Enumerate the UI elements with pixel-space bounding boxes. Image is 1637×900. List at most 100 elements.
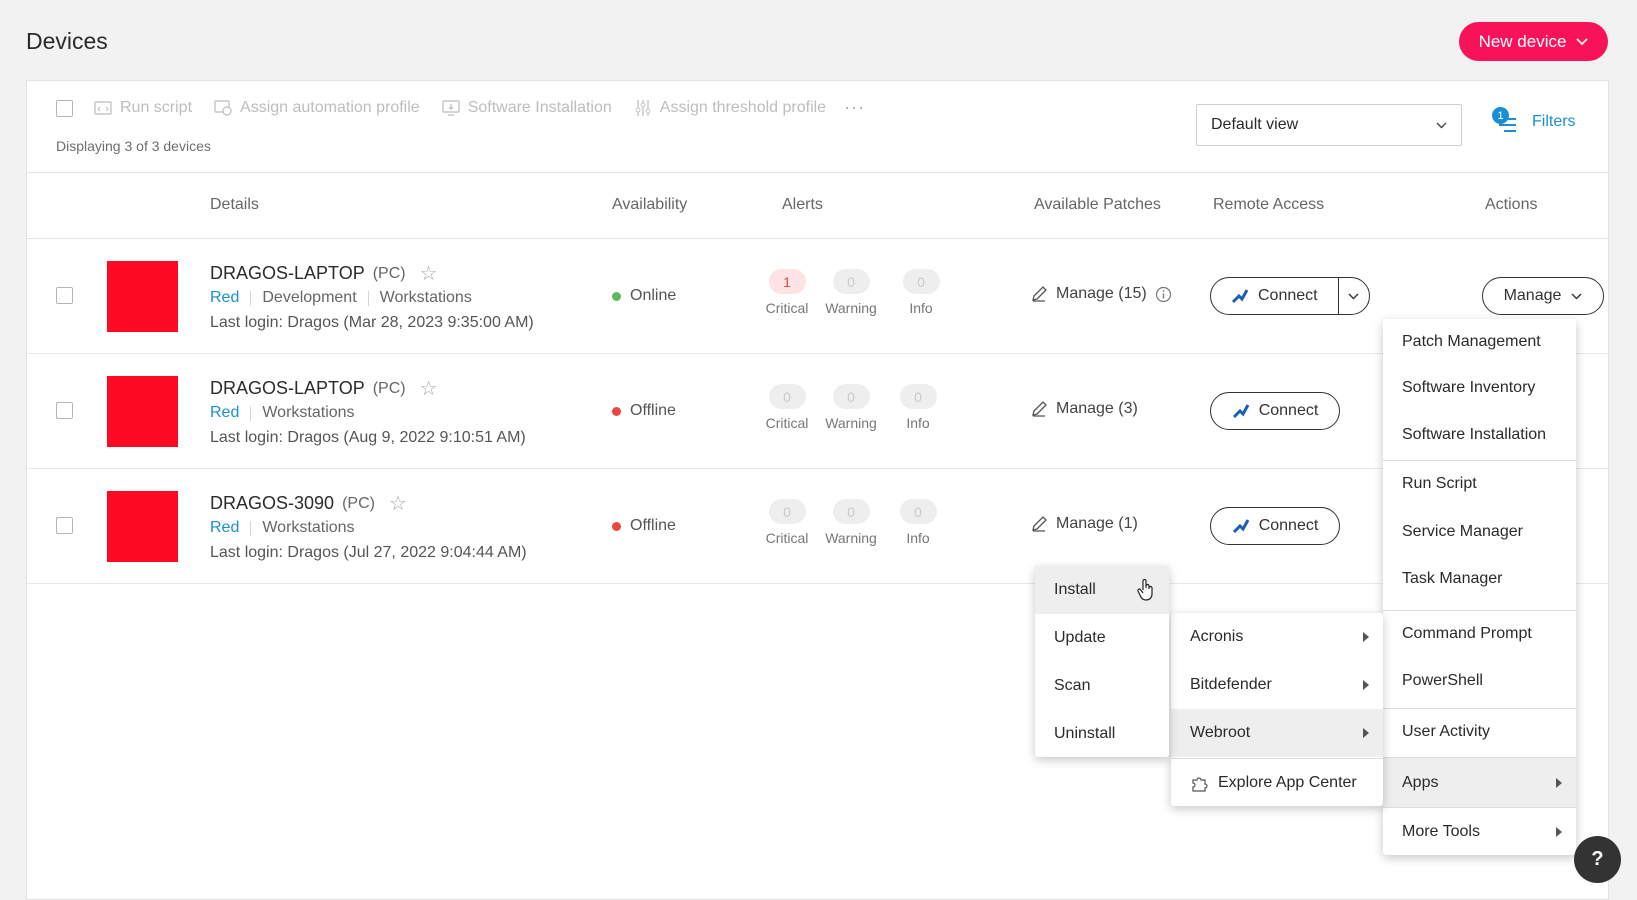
help-button[interactable]: ?: [1574, 836, 1621, 883]
manage-patches-link[interactable]: Manage (15): [1030, 285, 1172, 303]
device-tag[interactable]: Red: [210, 519, 239, 537]
device-group: Workstations: [262, 519, 355, 536]
status-dot: [612, 521, 621, 531]
device-group: Development: [262, 289, 357, 306]
menu-item-acronis[interactable]: Acronis: [1171, 613, 1383, 661]
menu-item-run-script[interactable]: Run Script: [1383, 461, 1576, 507]
submenu-arrow-icon: [1556, 777, 1562, 788]
menu-item-service-manager[interactable]: Service Manager: [1383, 507, 1576, 556]
manage-patches-link[interactable]: Manage (1): [1030, 515, 1138, 533]
device-group: Workstations: [262, 404, 355, 421]
table-row[interactable]: DRAGOS-LAPTOP (PC) ☆ Red Development Wor…: [27, 239, 1608, 354]
menu-item-software-inventory[interactable]: Software Inventory: [1383, 365, 1576, 411]
connect-button[interactable]: Connect: [1211, 287, 1338, 305]
menu-item-patch-management[interactable]: Patch Management: [1383, 319, 1576, 365]
menu-item-install[interactable]: Install: [1035, 566, 1169, 614]
menu-item-user-activity[interactable]: User Activity: [1383, 709, 1576, 755]
menu-item-powershell[interactable]: PowerShell: [1383, 657, 1576, 704]
connect-split-button[interactable]: Connect: [1210, 277, 1370, 315]
availability-status: Offline: [612, 517, 676, 535]
select-all-checkbox[interactable]: [56, 100, 73, 117]
star-icon[interactable]: ☆: [420, 261, 438, 286]
connect-button[interactable]: Connect: [1210, 507, 1340, 545]
critical-label: Critical: [765, 415, 809, 431]
status-dot: [612, 291, 621, 301]
table-row[interactable]: DRAGOS-3090 (PC) ☆ Red Workstations Last…: [27, 469, 1608, 584]
device-tag[interactable]: Red: [210, 404, 239, 422]
view-select[interactable]: Default view: [1196, 104, 1462, 146]
filter-icon: 1: [1492, 107, 1520, 134]
more-actions-icon[interactable]: ···: [844, 97, 865, 118]
header-alerts[interactable]: Alerts: [782, 196, 823, 214]
device-name[interactable]: DRAGOS-LAPTOP: [210, 378, 365, 399]
table-row[interactable]: DRAGOS-LAPTOP (PC) ☆ Red Workstations La…: [27, 354, 1608, 469]
critical-label: Critical: [765, 300, 809, 316]
critical-count-badge[interactable]: 0: [768, 384, 806, 409]
filters-button[interactable]: 1 Filters: [1492, 107, 1576, 134]
info-count-badge[interactable]: 0: [902, 269, 940, 294]
assign-threshold-action[interactable]: Assign threshold profile: [634, 99, 826, 117]
star-icon[interactable]: ☆: [389, 491, 407, 516]
critical-count-badge[interactable]: 1: [768, 269, 806, 294]
menu-item-uninstall[interactable]: Uninstall: [1035, 710, 1169, 757]
remote-connect-icon: [1232, 519, 1250, 534]
menu-item-bitdefender[interactable]: Bitdefender: [1171, 661, 1383, 709]
menu-item-explore-app-center[interactable]: Explore App Center: [1171, 759, 1383, 806]
header-availability[interactable]: Availability: [612, 196, 687, 214]
availability-status: Online: [612, 287, 676, 305]
remote-connect-icon: [1231, 289, 1249, 304]
header-remote-access[interactable]: Remote Access: [1213, 196, 1324, 214]
menu-item-scan[interactable]: Scan: [1035, 662, 1169, 710]
connect-label: Connect: [1258, 517, 1319, 534]
pencil-icon: [1032, 401, 1047, 417]
patches-label: Manage (15): [1056, 285, 1147, 302]
run-script-action[interactable]: Run script: [94, 99, 192, 117]
warning-label: Warning: [825, 300, 877, 316]
assign-automation-action[interactable]: Assign automation profile: [214, 99, 420, 117]
menu-item-task-manager[interactable]: Task Manager: [1383, 556, 1576, 602]
info-icon[interactable]: [1155, 286, 1172, 303]
assign-threshold-label: Assign threshold profile: [659, 98, 827, 116]
warning-count-badge[interactable]: 0: [832, 499, 870, 524]
manage-label: Manage: [1503, 287, 1562, 304]
webroot-submenu: Install Update Scan Uninstall: [1035, 566, 1169, 757]
device-tag[interactable]: Red: [210, 289, 239, 307]
menu-item-apps[interactable]: Apps: [1383, 758, 1576, 807]
row-checkbox[interactable]: [56, 287, 73, 304]
status-label: Offline: [630, 517, 676, 534]
new-device-button[interactable]: New device: [1459, 22, 1608, 61]
connect-button[interactable]: Connect: [1210, 392, 1340, 430]
menu-item-webroot[interactable]: Webroot: [1171, 709, 1383, 757]
star-icon[interactable]: ☆: [420, 376, 438, 401]
row-checkbox[interactable]: [56, 517, 73, 534]
page-title: Devices: [26, 28, 108, 54]
menu-item-command-prompt[interactable]: Command Prompt: [1383, 611, 1576, 657]
critical-label: Critical: [765, 530, 809, 546]
software-installation-action[interactable]: Software Installation: [441, 99, 612, 117]
header-details[interactable]: Details: [210, 196, 259, 214]
submenu-arrow-icon: [1363, 680, 1369, 690]
alerts-group: 1 Critical 0 Warning 0 Info: [765, 269, 949, 316]
warning-count-badge[interactable]: 0: [832, 269, 870, 294]
info-count-badge[interactable]: 0: [899, 499, 937, 524]
device-thumbnail: [107, 376, 178, 447]
monitor-download-icon: [441, 99, 460, 116]
row-checkbox[interactable]: [56, 402, 73, 419]
manage-button[interactable]: Manage: [1482, 277, 1604, 315]
menu-item-more-tools[interactable]: More Tools: [1383, 808, 1576, 855]
manage-patches-link[interactable]: Manage (3): [1030, 400, 1138, 418]
submenu-arrow-icon: [1363, 632, 1369, 642]
connect-dropdown-toggle[interactable]: [1337, 278, 1369, 314]
puzzle-icon: [1192, 776, 1208, 792]
info-count-badge[interactable]: 0: [899, 384, 937, 409]
menu-item-update[interactable]: Update: [1035, 614, 1169, 662]
device-name[interactable]: DRAGOS-LAPTOP: [210, 263, 365, 284]
warning-label: Warning: [825, 415, 877, 431]
warning-count-badge[interactable]: 0: [832, 384, 870, 409]
menu-item-software-installation[interactable]: Software Installation: [1383, 411, 1576, 458]
submenu-arrow-icon: [1556, 826, 1562, 837]
header-patches[interactable]: Available Patches: [1034, 196, 1161, 214]
device-name[interactable]: DRAGOS-3090: [210, 493, 334, 514]
critical-count-badge[interactable]: 0: [768, 499, 806, 524]
status-label: Online: [630, 287, 677, 304]
